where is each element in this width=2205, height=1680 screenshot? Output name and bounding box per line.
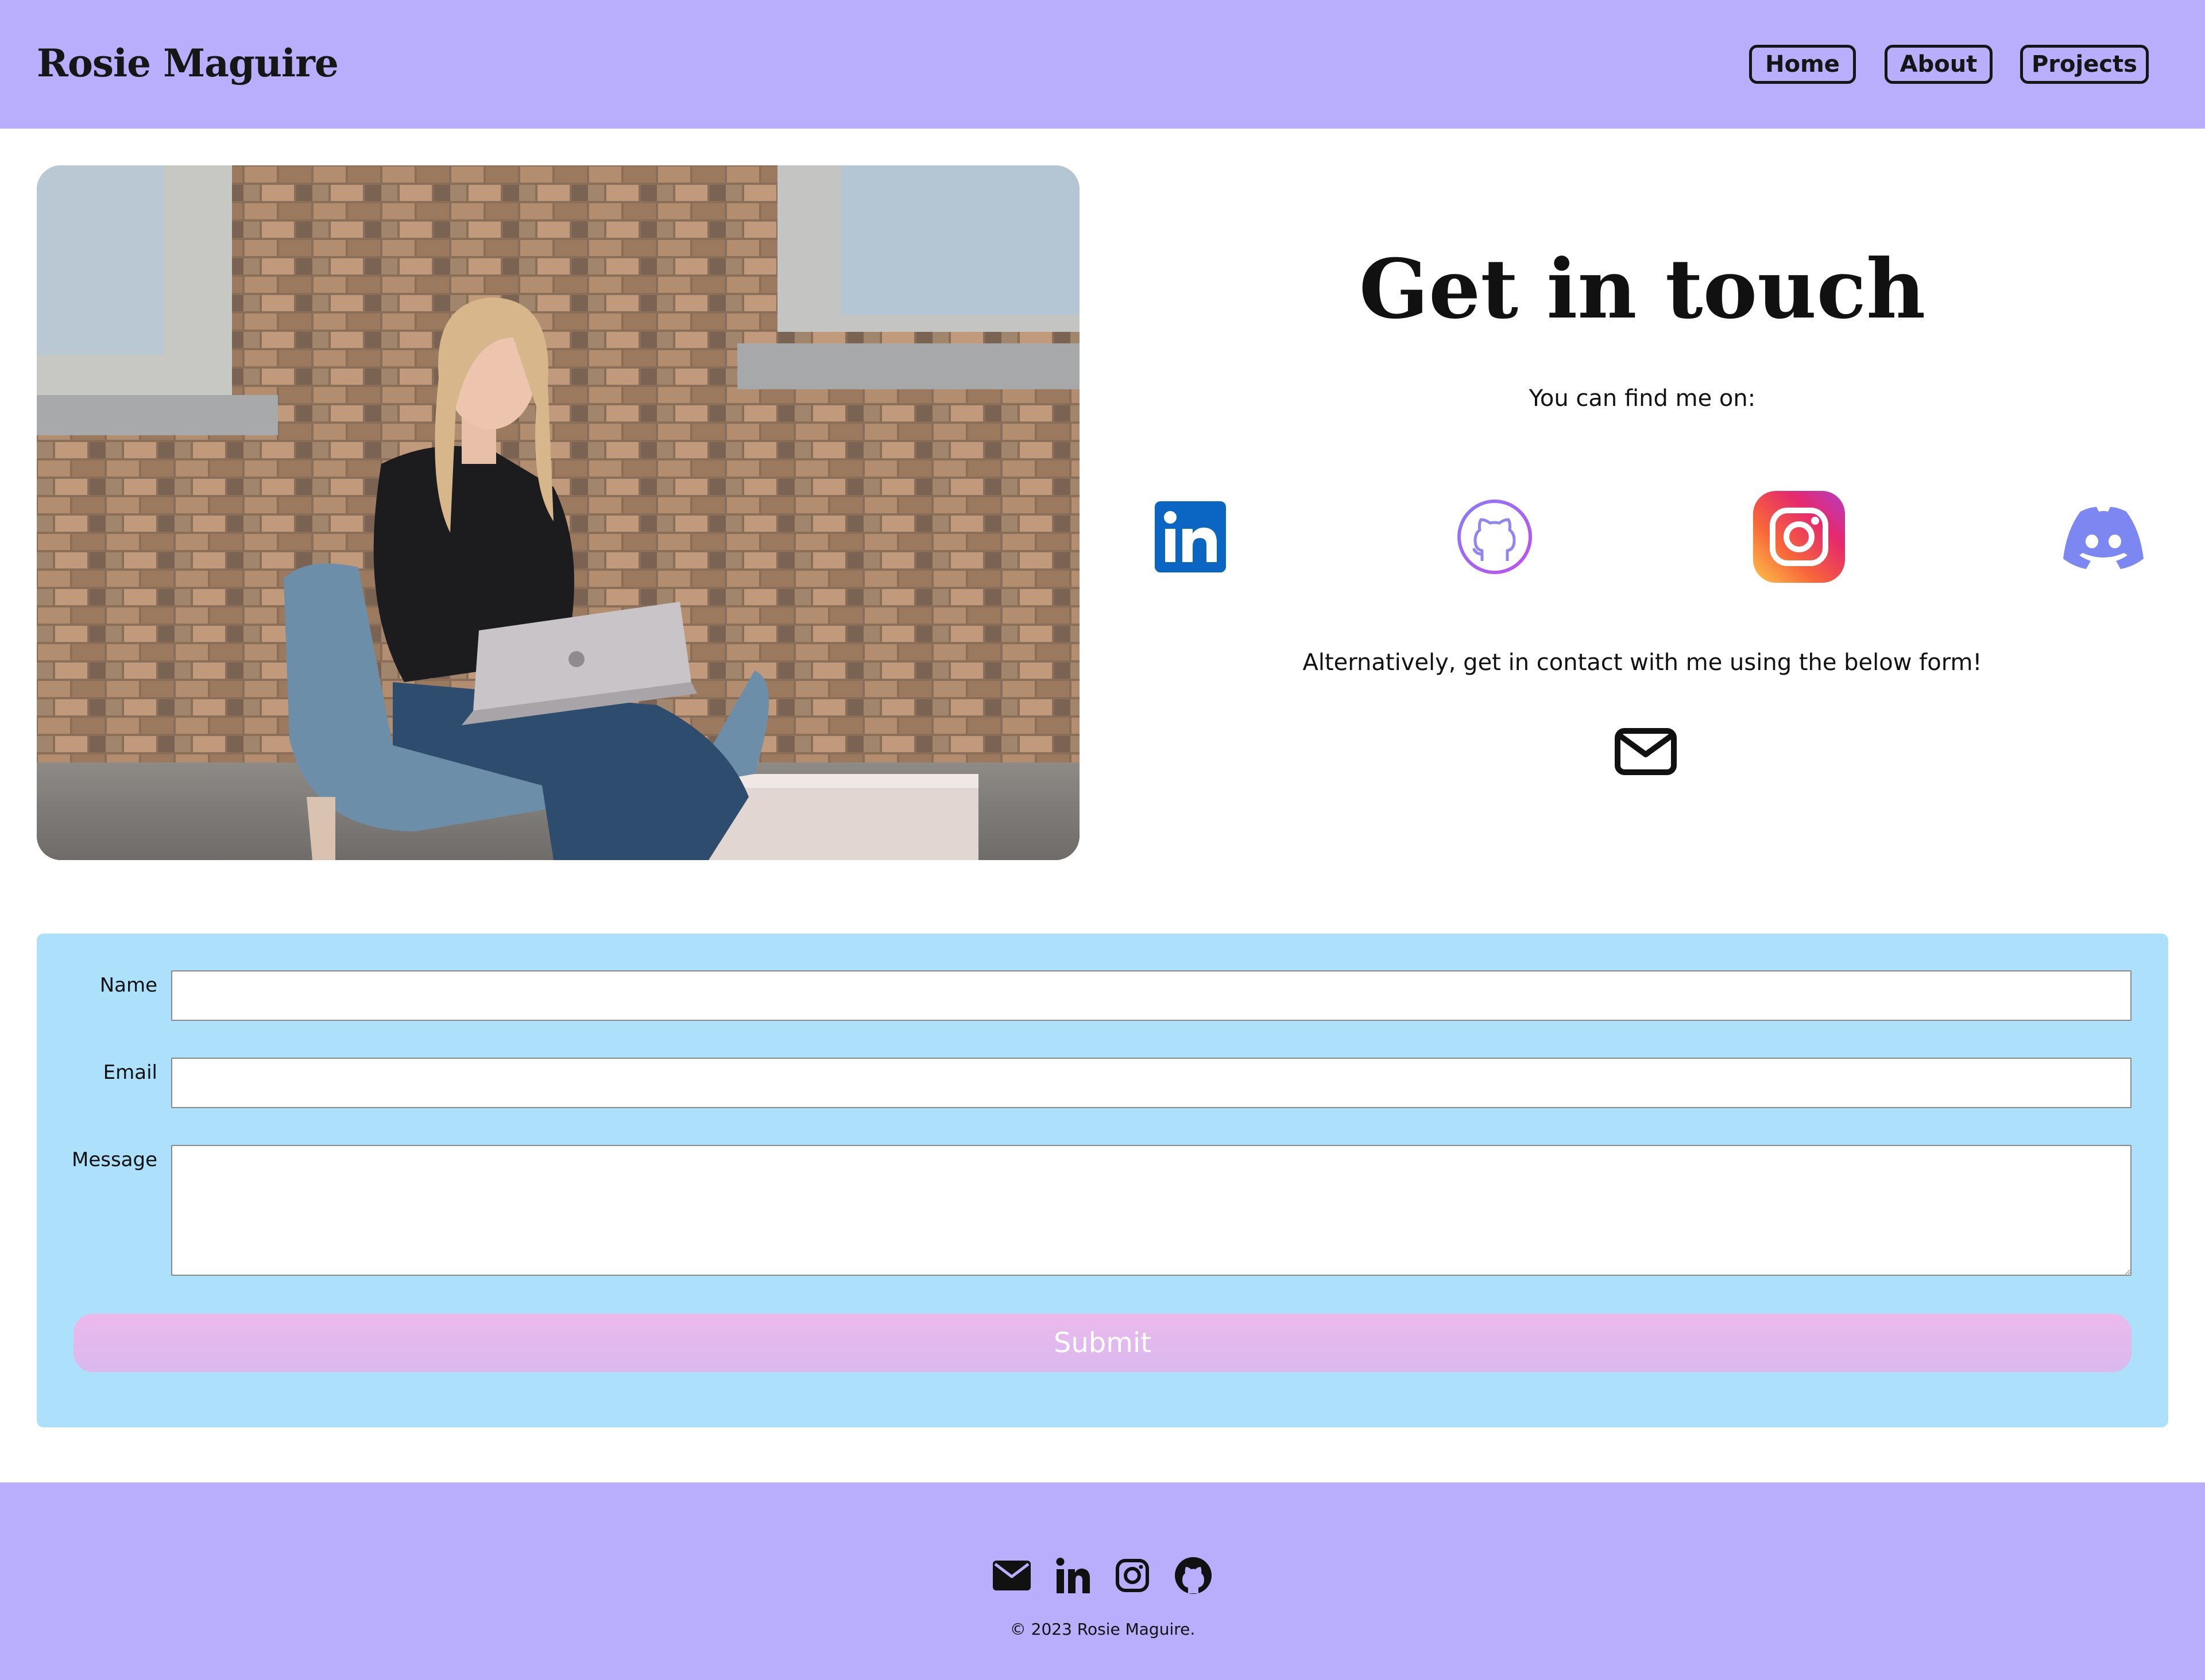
- discord-icon: [2063, 507, 2144, 569]
- linkedin-icon: [1056, 1558, 1090, 1593]
- linkedin-link[interactable]: [1142, 488, 1239, 586]
- copyright-text: © 2023 Rosie Maguire.: [1009, 1620, 1196, 1639]
- profile-photo: [37, 165, 1080, 860]
- footer-email-link[interactable]: [990, 1554, 1034, 1597]
- nav-projects-button[interactable]: Projects: [2020, 45, 2149, 84]
- instagram-icon: [1116, 1559, 1149, 1592]
- email-link[interactable]: [1615, 728, 1677, 775]
- github-link[interactable]: [1446, 488, 1544, 586]
- contact-form: Name Email Message Submit: [37, 934, 2168, 1427]
- nav-home-button[interactable]: Home: [1749, 45, 1856, 84]
- email-label: Email: [103, 1061, 157, 1084]
- submit-button[interactable]: Submit: [74, 1314, 2132, 1372]
- contact-title: Get in touch: [1359, 242, 1926, 337]
- message-textarea[interactable]: [171, 1145, 2132, 1276]
- github-icon: [1175, 1557, 1212, 1594]
- github-icon: [1457, 500, 1532, 574]
- name-input[interactable]: [171, 970, 2132, 1021]
- site-footer: © 2023 Rosie Maguire.: [0, 1482, 2205, 1680]
- footer-instagram-link[interactable]: [1111, 1554, 1154, 1597]
- footer-linkedin-link[interactable]: [1051, 1554, 1094, 1597]
- linkedin-icon: [1155, 501, 1226, 572]
- discord-link[interactable]: [2055, 488, 2152, 586]
- message-label: Message: [71, 1148, 157, 1171]
- instagram-link[interactable]: [1750, 488, 1848, 586]
- nav-about-button[interactable]: About: [1885, 45, 1993, 84]
- email-input[interactable]: [171, 1058, 2132, 1108]
- instagram-icon: [1753, 491, 1845, 583]
- envelope-icon: [1615, 728, 1677, 775]
- site-header: Rosie Maguire Home About Projects: [0, 0, 2205, 129]
- name-label: Name: [99, 974, 157, 997]
- alternative-contact-text: Alternatively, get in contact with me us…: [1302, 649, 1982, 676]
- site-brand[interactable]: Rosie Maguire: [37, 37, 339, 90]
- envelope-icon: [993, 1561, 1031, 1590]
- find-me-text: You can find me on:: [1529, 385, 1756, 412]
- footer-github-link[interactable]: [1171, 1554, 1215, 1597]
